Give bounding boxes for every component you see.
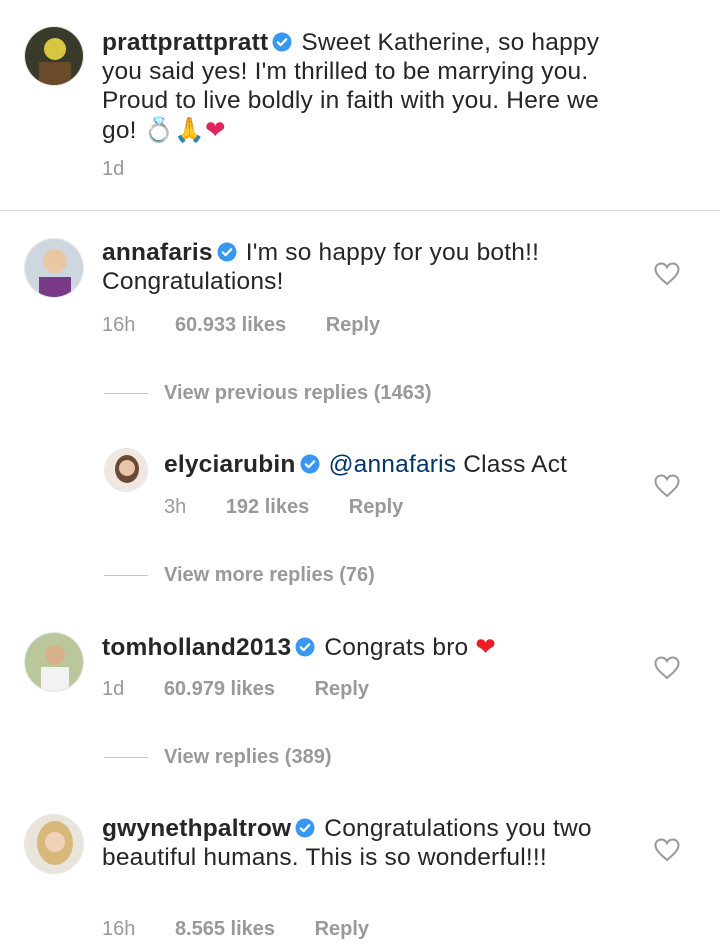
likes-count[interactable]: 60.933 likes bbox=[175, 314, 286, 336]
avatar[interactable] bbox=[104, 448, 148, 492]
verified-badge-icon bbox=[217, 242, 237, 262]
heart-outline-icon[interactable] bbox=[654, 656, 680, 680]
verified-badge-icon bbox=[272, 32, 292, 52]
replies-rule bbox=[104, 575, 148, 577]
view-previous-replies[interactable]: View previous replies (1463) bbox=[104, 382, 432, 405]
reply-button[interactable]: Reply bbox=[315, 678, 369, 700]
timestamp: 1d bbox=[102, 158, 125, 180]
view-replies-label[interactable]: View previous replies (1463) bbox=[164, 382, 432, 404]
view-replies-label[interactable]: View replies (389) bbox=[164, 746, 332, 768]
username[interactable]: prattprattpratt bbox=[102, 29, 268, 56]
timestamp: 16h bbox=[102, 918, 136, 940]
comment-meta: 16h 60.933 likes Reply bbox=[102, 314, 414, 337]
comment-body: Class Act bbox=[463, 451, 568, 478]
username[interactable]: tomholland2013 bbox=[102, 634, 291, 661]
comment-meta: 16h 8.565 likes Reply bbox=[102, 918, 403, 941]
comment-text: gwynethpaltrow Congratulations you two b… bbox=[102, 814, 602, 872]
comment-meta: 1d 60.979 likes Reply bbox=[102, 678, 403, 701]
view-replies-label[interactable]: View more replies (76) bbox=[164, 564, 375, 586]
username[interactable]: annafaris bbox=[102, 239, 213, 266]
verified-badge-icon bbox=[300, 454, 320, 474]
comment-text: tomholland2013 Congrats bro ❤ bbox=[102, 632, 602, 662]
view-more-replies[interactable]: View more replies (76) bbox=[104, 564, 375, 587]
reply-button[interactable]: Reply bbox=[326, 314, 380, 336]
view-replies[interactable]: View replies (389) bbox=[104, 746, 332, 769]
comment-meta: 3h 192 likes Reply bbox=[164, 496, 437, 519]
verified-badge-icon bbox=[295, 818, 315, 838]
username[interactable]: elyciarubin bbox=[164, 451, 296, 478]
comment-text: elyciarubin @annafaris Class Act bbox=[164, 450, 604, 479]
verified-badge-icon bbox=[295, 637, 315, 657]
likes-count[interactable]: 8.565 likes bbox=[175, 918, 275, 940]
avatar[interactable] bbox=[24, 632, 84, 692]
reply-button[interactable]: Reply bbox=[349, 496, 403, 518]
likes-count[interactable]: 192 likes bbox=[226, 496, 309, 518]
comment-prattprattpratt: prattprattpratt Sweet Katherine, so happ… bbox=[0, 0, 720, 210]
reply-button[interactable]: Reply bbox=[315, 918, 369, 940]
replies-rule bbox=[104, 757, 148, 759]
timestamp: 1d bbox=[102, 678, 125, 700]
avatar[interactable] bbox=[24, 238, 84, 298]
comment-meta: 1d bbox=[102, 158, 158, 181]
comment-body: Congrats bro bbox=[324, 634, 469, 661]
comment-text: annafaris I'm so happy for you both!! Co… bbox=[102, 238, 592, 296]
avatar[interactable] bbox=[24, 26, 84, 86]
replies-rule bbox=[104, 393, 148, 395]
comment-text: prattprattpratt Sweet Katherine, so happ… bbox=[102, 28, 602, 145]
emoji: 💍🙏❤ bbox=[143, 115, 226, 144]
heart-outline-icon[interactable] bbox=[654, 474, 680, 498]
likes-count[interactable]: 60.979 likes bbox=[164, 678, 275, 700]
emoji: ❤ bbox=[475, 632, 497, 661]
heart-outline-icon[interactable] bbox=[654, 838, 680, 862]
heart-outline-icon[interactable] bbox=[654, 262, 680, 286]
mention-link[interactable]: @annafaris bbox=[329, 451, 457, 478]
timestamp: 3h bbox=[164, 496, 187, 518]
avatar[interactable] bbox=[24, 814, 84, 874]
divider bbox=[0, 210, 720, 211]
timestamp: 16h bbox=[102, 314, 136, 336]
username[interactable]: gwynethpaltrow bbox=[102, 815, 291, 842]
